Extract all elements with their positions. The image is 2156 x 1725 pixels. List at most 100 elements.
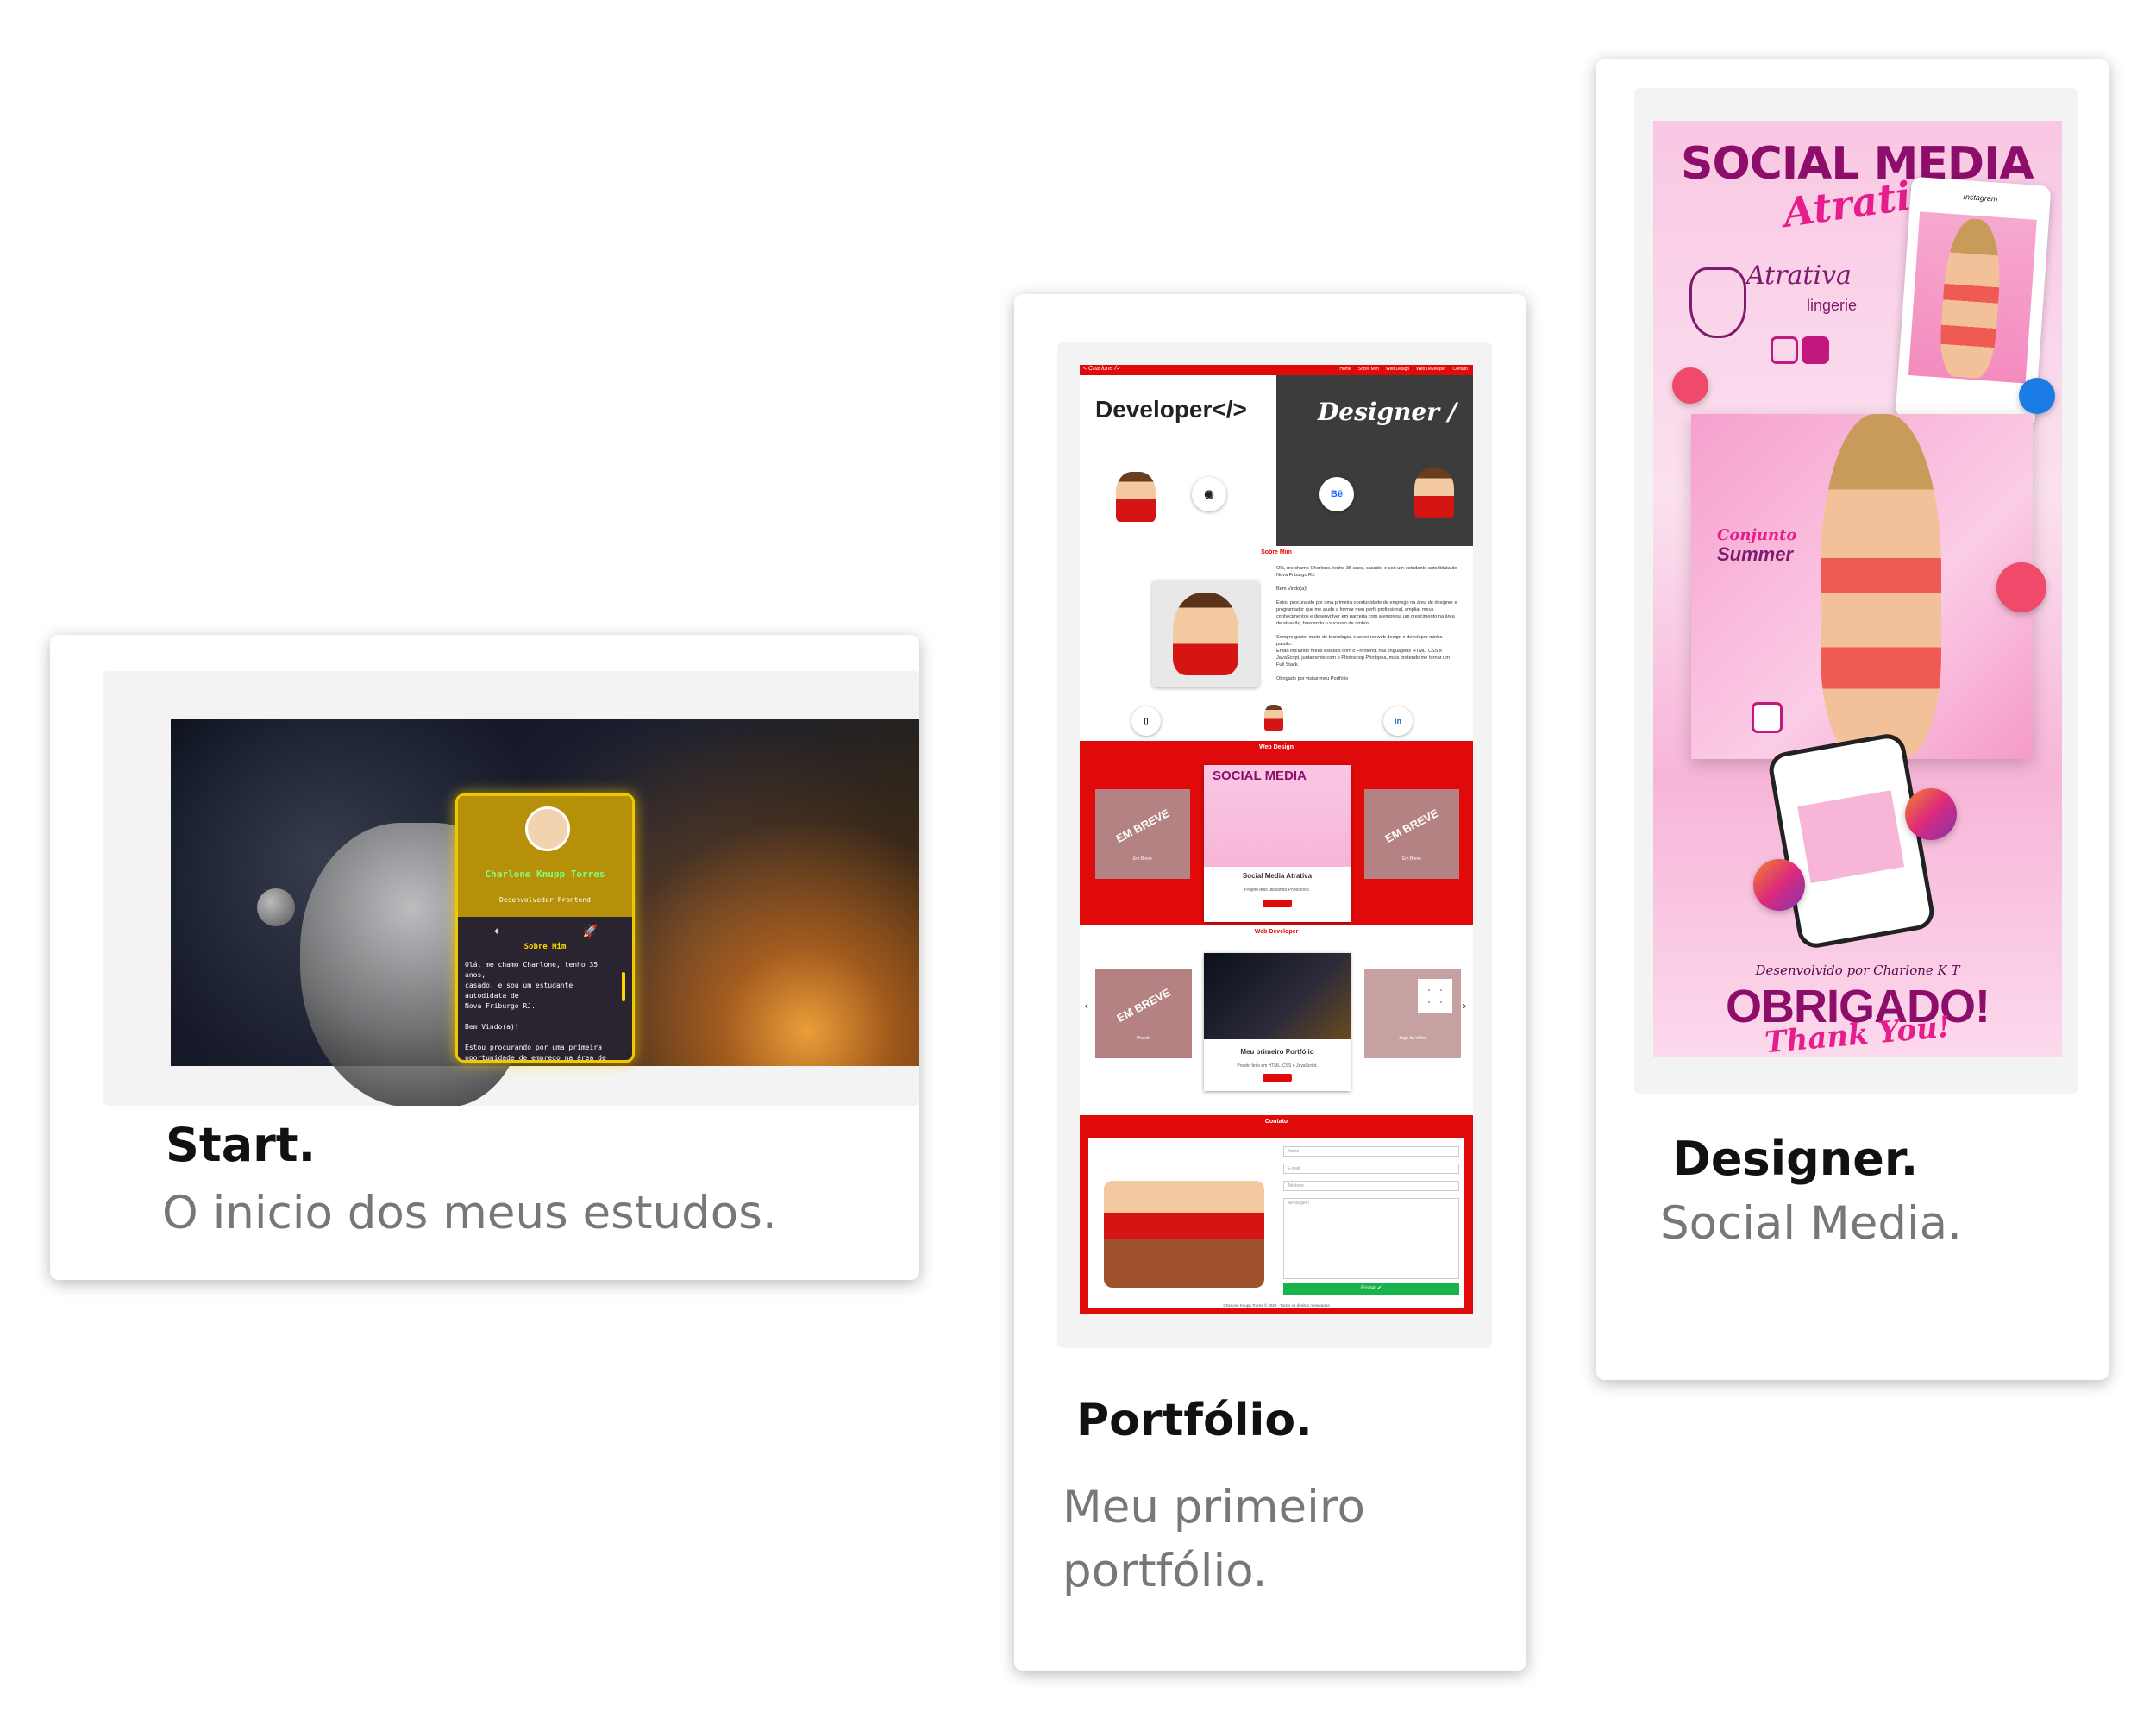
scrollbar[interactable] [622, 972, 625, 1001]
send-button[interactable]: Enviar ✔ [1283, 1283, 1459, 1295]
heart-icon [1672, 367, 1708, 404]
phone-icon[interactable]: ▯ [1131, 706, 1161, 736]
card-subtitle: Meu primeiro portfólio. [1062, 1481, 1365, 1597]
card-subtitle: O inicio dos meus estudos. [162, 1187, 777, 1239]
webdesign-section: Web Design EM BREVE Em Breve SOCIAL MEDI… [1080, 741, 1473, 925]
first-portfolio-card[interactable]: Meu primeiro Portfólio Projeto feito em … [1204, 953, 1351, 1091]
message-field[interactable]: Mensagem [1283, 1198, 1459, 1279]
coming-soon-label: Em Breve [1133, 856, 1152, 862]
social-media-artwork: SOCIAL MEDIA Atrativa Atrativa lingerie … [1653, 121, 2062, 1057]
coming-soon-card[interactable]: EM BREVE Projeto [1095, 969, 1192, 1058]
developer-heading: Developer</> [1095, 396, 1247, 423]
site-logo: < Charlone /> [1083, 366, 1120, 372]
start-preview-thumbnail[interactable]: Charlone Knupp Torres Desenvolvedor Fron… [103, 671, 919, 1106]
site-navbar: < Charlone /> Home Sobre Mim Web Design … [1080, 365, 1473, 375]
nav-link[interactable]: Sobre Mim [1358, 367, 1379, 372]
designer-preview-thumbnail[interactable]: SOCIAL MEDIA Atrativa Atrativa lingerie … [1634, 88, 2078, 1094]
coming-soon-stamp: EM BREVE [1113, 806, 1172, 846]
coming-soon-card[interactable]: EM BREVE Em Breve [1364, 789, 1459, 879]
project-card-designer[interactable]: SOCIAL MEDIA Atrativa Atrativa lingerie … [1596, 59, 2109, 1380]
tic-tac-toe-grid [1418, 979, 1452, 1013]
email-field[interactable]: E-mail [1283, 1164, 1459, 1174]
developer-avatar [1116, 472, 1156, 522]
about-text: Olá, me chamo Charlone, tenho 35 anos, c… [465, 961, 606, 1062]
conjunto-label: Conjunto [1717, 526, 1797, 544]
card-description: Projeto feito utilizando Photoshop. [1244, 888, 1310, 893]
card-title: Portfólio. [1076, 1395, 1313, 1446]
contact-form-box: Nome E-mail Telefone Mensagem Enviar ✔ [1088, 1138, 1464, 1308]
behance-icon[interactable]: Bē [1319, 477, 1354, 511]
project-label: Projeto [1137, 1036, 1150, 1041]
nav-link[interactable]: Contato [1452, 367, 1468, 372]
card-title: Meu primeiro Portfólio [1240, 1048, 1314, 1056]
card-title: Social Media Atrativa [1242, 872, 1313, 880]
facebook-icon [1802, 336, 1829, 364]
webdesign-label: Web Design [1259, 744, 1294, 750]
profile-card: Charlone Knupp Torres Desenvolvedor Fron… [455, 794, 635, 1063]
card-description: Projeto feito em HTML, CSS e JavaScript. [1237, 1063, 1318, 1069]
about-avatar [1152, 580, 1259, 687]
coming-soon-stamp: EM BREVE [1114, 986, 1173, 1026]
brand-subtitle: lingerie [1807, 297, 1858, 314]
corset-logo-icon [1689, 267, 1746, 338]
phone-header: Instagram [1963, 191, 1998, 204]
view-button[interactable] [1263, 900, 1292, 907]
site-footer: Charlone Knupp Torres © 2022 - Todos os … [1223, 1303, 1330, 1308]
carousel-prev-icon[interactable]: ‹ [1085, 1000, 1088, 1012]
github-icon[interactable]: ◉ [1192, 477, 1226, 511]
webdev-label: Web Developer [1254, 929, 1299, 935]
designer-heading: Designer / [1318, 398, 1457, 426]
instagram-icon [1771, 336, 1798, 364]
about-section-label: Sobre Mim [1261, 549, 1292, 555]
project-card-portfolio[interactable]: < Charlone /> Home Sobre Mim Web Design … [1014, 294, 1526, 1671]
carousel-next-icon[interactable]: › [1463, 1000, 1466, 1012]
about-heading: Sobre Mim [523, 943, 567, 951]
developed-by-text: Desenvolvido por Charlone K T [1755, 963, 1960, 978]
moon-image [257, 888, 295, 926]
card-subtitle: Social Media. [1660, 1197, 1963, 1250]
heart-icon [1996, 562, 2046, 612]
space-background-image: Charlone Knupp Torres Desenvolvedor Fron… [171, 719, 919, 1106]
mini-avatar [1264, 705, 1283, 731]
like-icon [2019, 378, 2055, 414]
card-title: Designer. [1672, 1132, 1919, 1186]
coming-soon-card[interactable]: EM BREVE Em Breve [1095, 789, 1190, 879]
social-media-card[interactable]: SOCIAL MEDIA Social Media Atrativa Proje… [1204, 765, 1351, 922]
model-image [1821, 414, 1941, 757]
portfolio-thumbnail [1204, 953, 1351, 1039]
nav-link[interactable]: Web Design [1386, 367, 1409, 372]
nav-link[interactable]: Web Developer [1416, 367, 1445, 372]
thumbnail-headline: SOCIAL MEDIA [1213, 768, 1307, 783]
game-label: Jogo da Velha [1399, 1036, 1426, 1041]
project-card-start[interactable]: Charlone Knupp Torres Desenvolvedor Fron… [50, 635, 919, 1280]
coming-soon-label: Em Breve [1402, 856, 1421, 862]
instagram-icon [1752, 702, 1783, 733]
name-field[interactable]: Nome [1283, 1146, 1459, 1157]
social-media-thumbnail: SOCIAL MEDIA [1204, 765, 1351, 867]
tic-tac-toe-card[interactable]: Jogo da Velha [1364, 969, 1461, 1058]
about-text: Olá, me chamo Charlone, tenho 35 anos, c… [1276, 566, 1457, 681]
portfolio-preview-thumbnail[interactable]: < Charlone /> Home Sobre Mim Web Design … [1057, 342, 1492, 1348]
designer-avatar [1414, 468, 1454, 518]
card-title: Start. [166, 1118, 317, 1172]
phone-screen [1797, 790, 1905, 883]
hero-designer: Designer / Bē [1276, 375, 1473, 546]
instagram-icon [1753, 859, 1805, 911]
phone-post-image [1908, 211, 2037, 384]
profile-name: Charlone Knupp Torres [485, 869, 605, 880]
contact-label: Contato [1264, 1119, 1288, 1125]
coming-soon-stamp: EM BREVE [1382, 806, 1441, 846]
linkedin-icon[interactable]: in [1383, 706, 1413, 736]
site-nav-links: Home Sobre Mim Web Design Web Developer … [1339, 367, 1468, 372]
rocket-icon: 🚀 [582, 924, 598, 938]
ufo-icon: ✦ [492, 925, 502, 938]
model-image [1937, 216, 2004, 380]
bottom-phone-mockup [1766, 731, 1937, 951]
brand-name: Atrativa [1746, 260, 1852, 291]
hero-developer: Developer</> ◉ [1080, 375, 1276, 546]
nav-link[interactable]: Home [1339, 367, 1351, 372]
avatar [525, 806, 570, 851]
view-button[interactable] [1263, 1074, 1292, 1082]
phone-field[interactable]: Telefone [1283, 1181, 1459, 1191]
instagram-icon [1905, 788, 1957, 840]
